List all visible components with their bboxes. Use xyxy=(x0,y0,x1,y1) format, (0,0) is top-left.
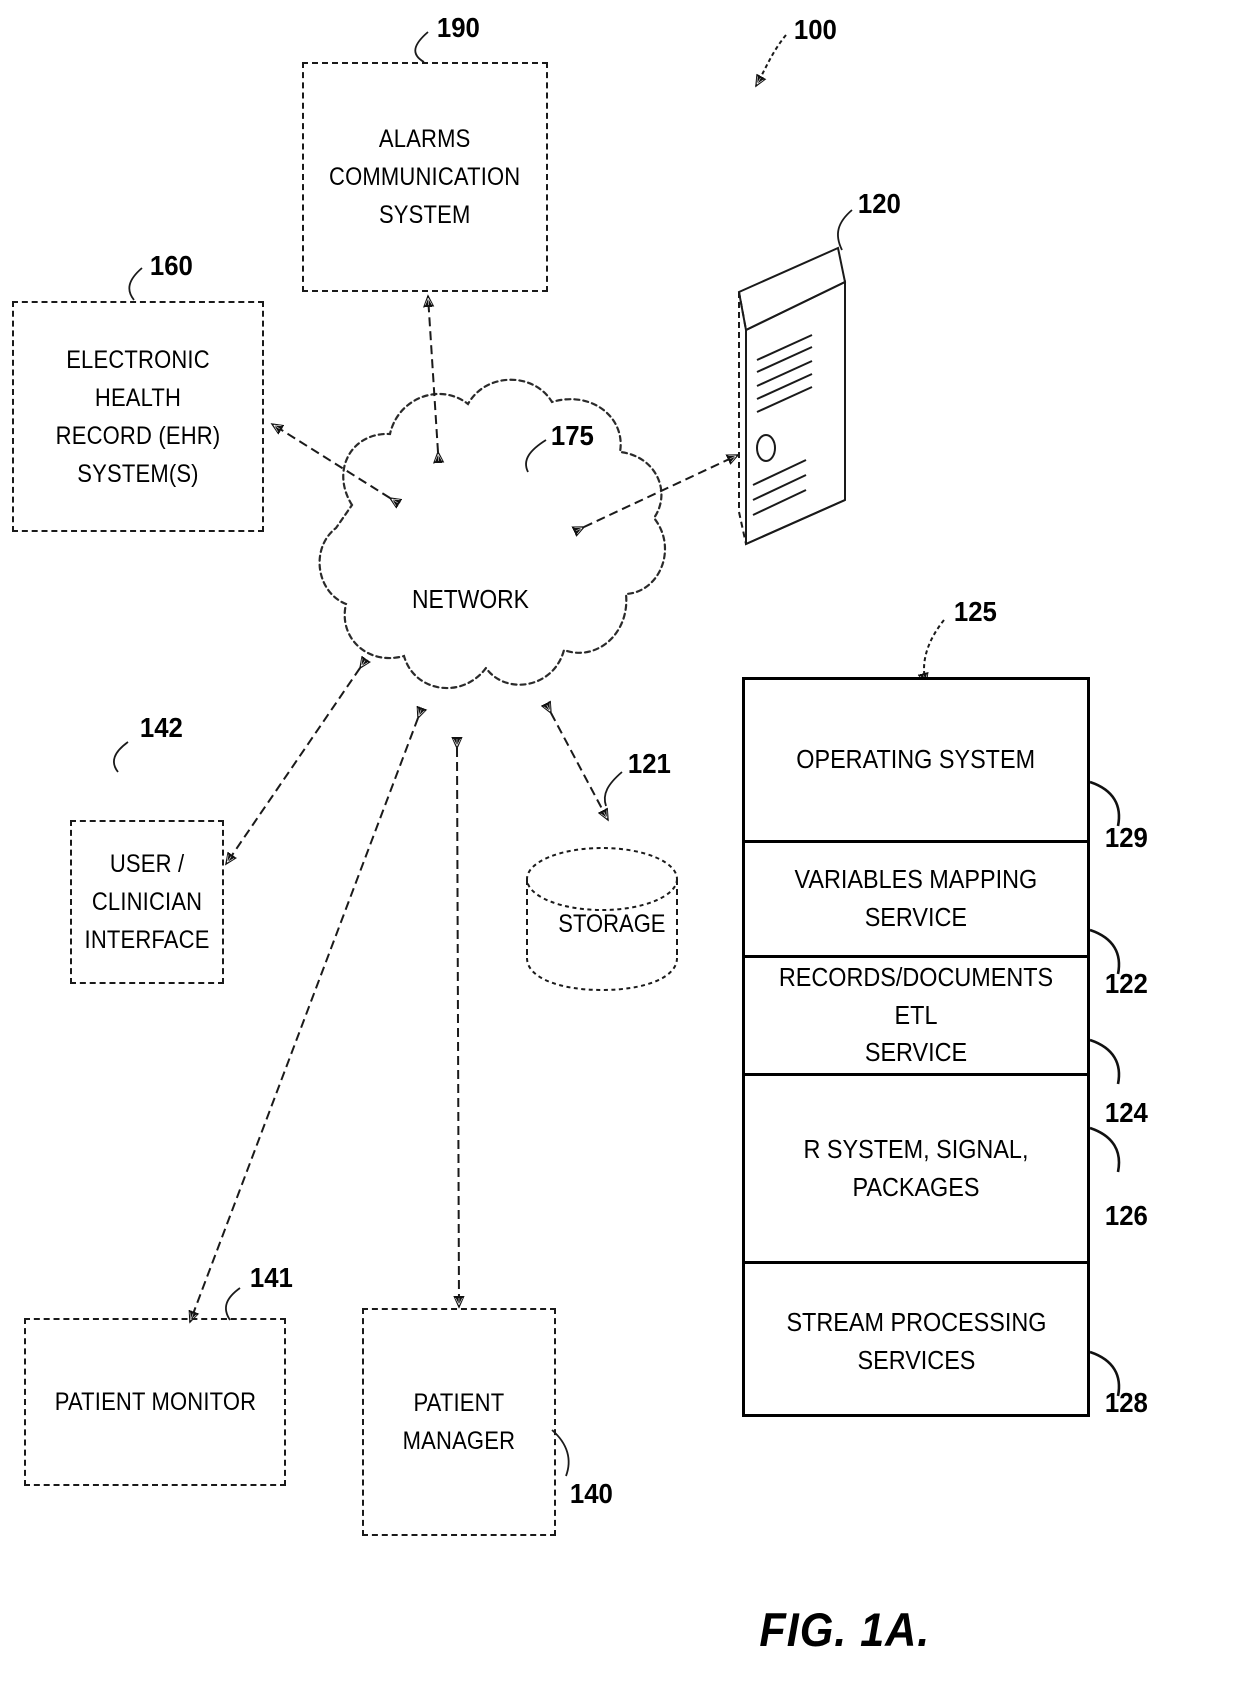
server-tower-shape xyxy=(737,246,847,546)
ref-number-140: 140 xyxy=(569,1478,613,1509)
leader-126 xyxy=(1089,1126,1121,1173)
ehr-system-label: ELECTRONIC HEALTH RECORD (EHR) SYSTEM(S) xyxy=(55,345,221,488)
edge-storage-network xyxy=(551,713,609,820)
edge-alarms-network xyxy=(428,296,438,452)
edge-server-network xyxy=(584,454,738,527)
alarms-communication-system-label: ALARMS COMMUNICATION SYSTEM xyxy=(329,125,521,229)
ref-number-122: 122 xyxy=(1104,968,1148,999)
ref-number-124: 124 xyxy=(1104,1097,1148,1128)
patient-manager-box[interactable]: PATIENT MANAGER xyxy=(362,1308,556,1536)
ref-number-126: 126 xyxy=(1104,1200,1148,1231)
stack-row-records-documents-etl-service[interactable]: RECORDS/DOCUMENTS ETL SERVICE xyxy=(745,958,1087,1076)
stack-row-variables-mapping-service[interactable]: VARIABLES MAPPING SERVICE xyxy=(745,843,1087,958)
ref-number-129: 129 xyxy=(1104,822,1148,853)
software-stack: OPERATING SYSTEM VARIABLES MAPPING SERVI… xyxy=(742,677,1090,1417)
stack-row-operating-system[interactable]: OPERATING SYSTEM xyxy=(745,680,1087,843)
leader-124 xyxy=(1089,1038,1121,1085)
ref-number-125: 125 xyxy=(953,596,997,627)
stack-row-r-system-signal-packages[interactable]: R SYSTEM, SIGNAL, PACKAGES xyxy=(745,1076,1087,1264)
leader-100 xyxy=(755,34,787,86)
stack-label-records-documents-etl-service: RECORDS/DOCUMENTS ETL SERVICE xyxy=(778,961,1054,1068)
stack-label-operating-system: OPERATING SYSTEM xyxy=(796,744,1036,775)
figure-caption: FIG. 1A. xyxy=(759,1603,931,1656)
network-label: NETWORK xyxy=(411,584,529,614)
ref-number-142: 142 xyxy=(139,712,183,743)
leader-120 xyxy=(837,209,853,251)
leader-125 xyxy=(924,619,945,684)
ehr-system-box[interactable]: ELECTRONIC HEALTH RECORD (EHR) SYSTEM(S) xyxy=(12,301,264,532)
ref-number-121: 121 xyxy=(627,748,671,779)
network-cloud-shape xyxy=(318,378,666,690)
edge-user-interface-network xyxy=(226,668,360,864)
user-clinician-interface-label: USER / CLINICIAN INTERFACE xyxy=(84,850,210,954)
ref-number-120: 120 xyxy=(857,188,901,219)
stack-label-r-system-signal-packages: R SYSTEM, SIGNAL, PACKAGES xyxy=(803,1133,1029,1202)
alarms-communication-system-box[interactable]: ALARMS COMMUNICATION SYSTEM xyxy=(302,62,548,292)
leader-141 xyxy=(225,1287,241,1321)
leader-160 xyxy=(128,267,143,301)
edge-ehr-network xyxy=(272,424,390,498)
leader-121 xyxy=(603,771,623,807)
patient-monitor-label: PATIENT MONITOR xyxy=(54,1388,256,1416)
patent-figure-1a: ALARMS COMMUNICATION SYSTEM 190 ELECTRON… xyxy=(0,0,1240,1695)
leader-190 xyxy=(414,31,429,63)
ref-number-141: 141 xyxy=(249,1262,293,1293)
user-clinician-interface-box[interactable]: USER / CLINICIAN INTERFACE xyxy=(70,820,224,984)
stack-label-variables-mapping-service: VARIABLES MAPPING SERVICE xyxy=(794,864,1038,932)
leader-175 xyxy=(525,439,547,473)
leader-129 xyxy=(1089,780,1121,827)
ref-number-100: 100 xyxy=(793,14,837,45)
patient-monitor-box[interactable]: PATIENT MONITOR xyxy=(24,1318,286,1486)
storage-label: STORAGE xyxy=(558,910,666,938)
edge-patient-manager-network xyxy=(457,748,459,1307)
ref-number-190: 190 xyxy=(436,12,480,43)
edge-patient-monitor-network xyxy=(190,718,418,1322)
patient-manager-label: PATIENT MANAGER xyxy=(402,1389,516,1455)
stack-row-stream-processing-services[interactable]: STREAM PROCESSING SERVICES xyxy=(745,1264,1087,1420)
leader-142 xyxy=(113,741,129,773)
ref-number-160: 160 xyxy=(149,250,193,281)
ref-number-128: 128 xyxy=(1104,1387,1148,1418)
stack-label-stream-processing-services: STREAM PROCESSING SERVICES xyxy=(785,1307,1047,1375)
ref-number-175: 175 xyxy=(550,420,594,451)
